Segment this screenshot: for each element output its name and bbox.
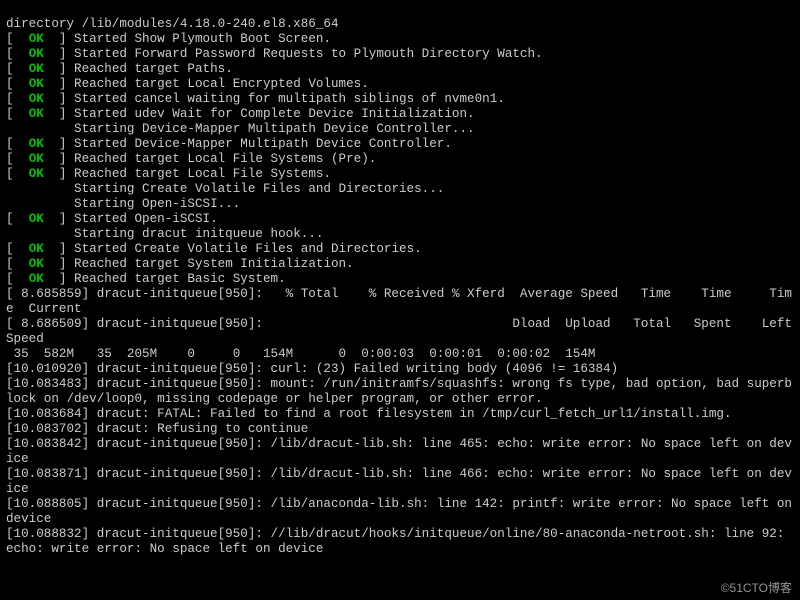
boot-console: directory /lib/modules/4.18.0-240.el8.x8… bbox=[0, 13, 800, 600]
watermark: ©51CTO博客 bbox=[721, 579, 792, 596]
